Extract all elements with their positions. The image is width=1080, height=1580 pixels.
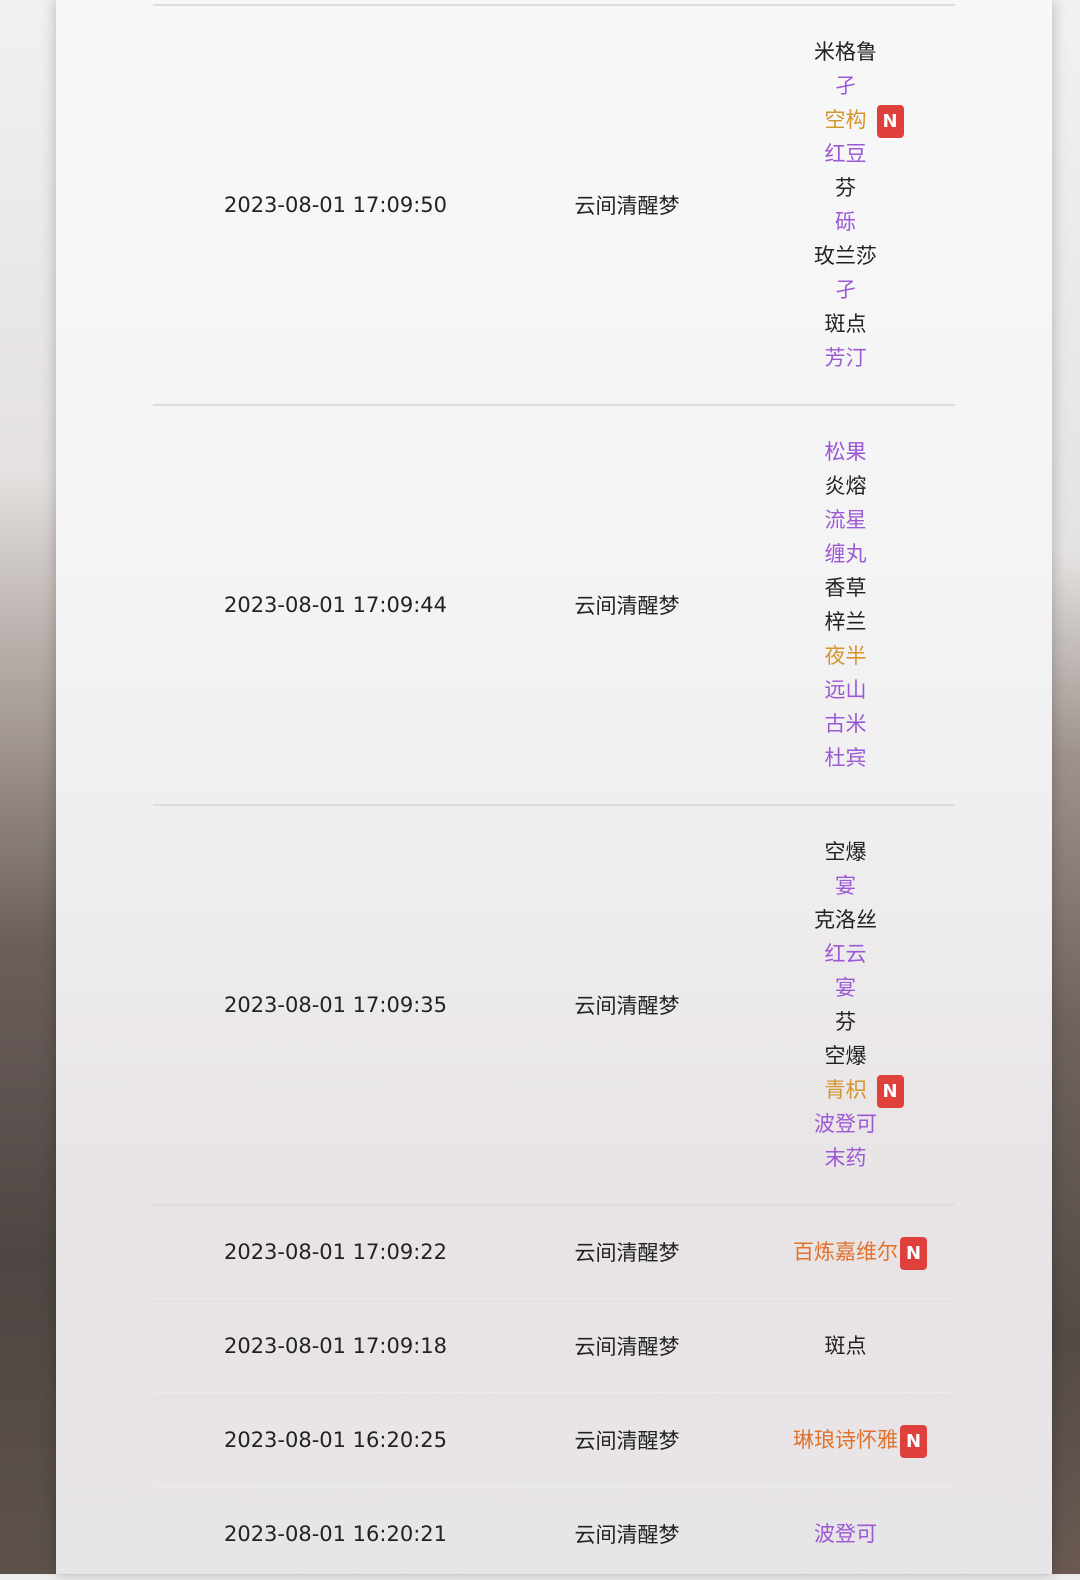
operator-list: 松果炎熔流星缠丸香草梓兰夜半远山古米杜宾 <box>736 435 955 775</box>
operator-name: 夜半 <box>824 644 867 668</box>
operator-name: 空构 N <box>825 103 904 138</box>
new-badge: N <box>900 1237 927 1270</box>
operator-name: 空爆 <box>824 1044 867 1068</box>
operator-name: 米格鲁 <box>814 40 877 64</box>
operator-list: 米格鲁孑空构 N 红豆芬砾玫兰莎孑斑点 芳汀 <box>736 35 955 375</box>
pool-name: 云间清醒梦 <box>574 1334 680 1359</box>
table-row: 2023-08-01 17:09:22 云间清醒梦 百炼嘉维尔 N <box>153 1204 955 1298</box>
operator-name: 芬 <box>835 176 856 200</box>
operator-name: 波登可 <box>814 1521 877 1546</box>
table-row: 2023-08-01 17:09:35 云间清醒梦 空爆宴克洛丝 红云宴芬空爆 青枳 N 波… <box>153 804 955 1204</box>
background-right <box>1052 0 1080 1574</box>
table-row: 2023-08-01 17:09:44 云间清醒梦 松果炎熔流星缠丸香草梓兰夜半远山… <box>153 404 955 804</box>
table-row: 2023-08-01 17:09:50 云间清醒梦 米格鲁孑空构 N 红豆芬砾玫兰莎孑斑… <box>153 4 955 404</box>
operator-name: 流星 <box>824 508 867 532</box>
table-row: 2023-08-01 17:09:18 云间清醒梦 斑点 <box>153 1298 955 1392</box>
operator-name: 香草 <box>824 576 867 600</box>
operator-name: 琳琅诗怀雅 N <box>793 1423 927 1458</box>
operator-name: 斑点 <box>824 312 867 336</box>
operator-list: 琳琅诗怀雅 N <box>736 1423 955 1458</box>
operator-name: 宴 <box>835 976 856 1000</box>
operator-list: 百炼嘉维尔 N <box>736 1235 955 1270</box>
operator-list: 斑点 <box>736 1329 955 1363</box>
new-badge: N <box>876 1075 904 1108</box>
operator-name: 红豆 <box>824 142 867 166</box>
background-left <box>0 0 56 1574</box>
new-badge: N <box>876 105 904 138</box>
operator-name: 梓兰 <box>824 610 867 634</box>
operator-name: 青枳 N <box>825 1073 904 1108</box>
operator-name: 砾 <box>835 210 856 234</box>
pool-name: 云间清醒梦 <box>574 1522 680 1547</box>
operator-name: 孑 <box>835 278 856 302</box>
pull-time: 2023-08-01 17:09:44 <box>223 593 448 617</box>
pool-name: 云间清醒梦 <box>574 1428 680 1453</box>
operator-name: 斑点 <box>824 1333 867 1358</box>
operator-name: 空爆 <box>824 840 867 864</box>
pool-name: 云间清醒梦 <box>574 1241 680 1265</box>
operator-name: 波登可 <box>814 1112 877 1136</box>
pull-time: 2023-08-01 16:20:25 <box>223 1427 448 1452</box>
operator-name: 缠丸 <box>824 542 867 566</box>
operator-list: 波登可 <box>736 1517 955 1551</box>
gacha-history-table: 2023-08-01 17:09:50 云间清醒梦 米格鲁孑空构 N 红豆芬砾玫兰莎孑斑… <box>153 4 955 1580</box>
operator-name: 炎熔 <box>824 474 867 498</box>
operator-name: 玫兰莎 <box>814 244 877 268</box>
operator-name: 红云 <box>824 942 867 966</box>
operator-name: 百炼嘉维尔 N <box>793 1235 927 1270</box>
operator-name: 古米 <box>824 712 867 736</box>
pool-name: 云间清醒梦 <box>574 194 680 218</box>
new-badge: N <box>900 1424 927 1458</box>
operator-name: 宴 <box>835 874 856 898</box>
pool-name: 云间清醒梦 <box>574 994 680 1018</box>
operator-name: 芬 <box>835 1010 856 1034</box>
operator-name: 芳汀 <box>824 346 867 370</box>
pool-name: 云间清醒梦 <box>574 594 680 618</box>
operator-list: 空爆宴克洛丝 红云宴芬空爆 青枳 N 波登可 末药 <box>736 835 955 1175</box>
table-row: 2023-08-01 16:20:21 云间清醒梦 波登可 <box>153 1486 955 1580</box>
table-row: 2023-08-01 16:20:25 云间清醒梦 琳琅诗怀雅 N <box>153 1392 955 1486</box>
operator-name: 末药 <box>824 1146 867 1170</box>
pull-time: 2023-08-01 17:09:18 <box>223 1333 448 1358</box>
operator-name: 松果 <box>824 440 867 464</box>
pull-time: 2023-08-01 16:20:21 <box>223 1521 448 1546</box>
operator-name: 克洛丝 <box>814 908 877 932</box>
operator-name: 杜宾 <box>824 746 867 770</box>
pull-time: 2023-08-01 17:09:50 <box>223 193 448 217</box>
gacha-history-panel: 2023-08-01 17:09:50 云间清醒梦 米格鲁孑空构 N 红豆芬砾玫兰莎孑斑… <box>56 0 1052 1574</box>
operator-name: 孑 <box>835 74 856 98</box>
pull-time: 2023-08-01 17:09:22 <box>223 1240 448 1264</box>
pull-time: 2023-08-01 17:09:35 <box>223 993 448 1017</box>
operator-name: 远山 <box>824 678 867 702</box>
